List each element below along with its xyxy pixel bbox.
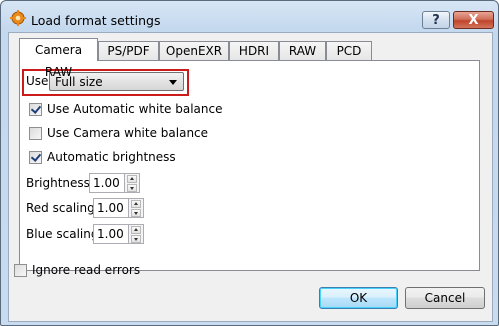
spin-down-icon[interactable] <box>131 209 141 217</box>
title-bar[interactable]: Load format settings ? X <box>1 1 498 31</box>
brightness-input[interactable]: 1.00 <box>89 173 125 193</box>
tab-raw[interactable]: RAW <box>279 41 326 60</box>
cancel-button[interactable]: Cancel <box>405 287 485 309</box>
camera-raw-panel: Use Full size Use Automatic white balanc… <box>19 60 480 271</box>
tab-camera-raw[interactable]: Camera RAW <box>19 38 98 79</box>
auto-brightness-label: Automatic brightness <box>47 150 176 164</box>
spin-up-icon[interactable] <box>131 226 141 234</box>
blue-scaling-label: Blue scaling <box>26 227 99 241</box>
ok-button[interactable]: OK <box>319 287 398 309</box>
ignore-read-errors-checkbox[interactable] <box>14 264 27 277</box>
tab-openexr[interactable]: OpenEXR <box>159 41 229 60</box>
tab-pcd[interactable]: PCD <box>326 41 372 60</box>
camera-white-balance-checkbox[interactable] <box>29 127 42 140</box>
help-button[interactable]: ? <box>422 11 450 29</box>
tab-hdri[interactable]: HDRI <box>229 41 279 60</box>
close-button[interactable]: X <box>453 11 494 29</box>
ignore-read-errors-label: Ignore read errors <box>32 263 141 277</box>
red-scaling-spinner[interactable] <box>129 198 144 218</box>
dropdown-arrow-icon <box>169 80 177 85</box>
spin-up-icon[interactable] <box>131 200 141 208</box>
camera-white-balance-label: Use Camera white balance <box>47 126 209 140</box>
spin-down-icon[interactable] <box>127 184 137 192</box>
help-icon: ? <box>432 12 440 28</box>
window-title: Load format settings <box>31 13 161 28</box>
dialog-window: Load format settings ? X Camera RAW PS/P… <box>0 0 499 326</box>
spin-up-icon[interactable] <box>127 175 137 183</box>
spin-down-icon[interactable] <box>131 235 141 243</box>
brightness-label: Brightness <box>26 176 90 190</box>
brightness-spinner[interactable] <box>125 173 140 193</box>
auto-white-balance-checkbox[interactable] <box>29 103 42 116</box>
red-scaling-label: Red scaling <box>26 201 95 215</box>
blue-scaling-spinner[interactable] <box>129 224 144 244</box>
auto-white-balance-label: Use Automatic white balance <box>47 102 223 116</box>
tab-ps-pdf[interactable]: PS/PDF <box>98 41 159 60</box>
red-scaling-input[interactable]: 1.00 <box>93 198 129 218</box>
close-icon: X <box>468 12 479 28</box>
auto-brightness-checkbox[interactable] <box>29 151 42 164</box>
app-gear-icon <box>10 10 26 26</box>
dialog-client-area: Camera RAW PS/PDF OpenEXR HDRI RAW PCD U… <box>8 32 493 322</box>
blue-scaling-input[interactable]: 1.00 <box>93 224 129 244</box>
